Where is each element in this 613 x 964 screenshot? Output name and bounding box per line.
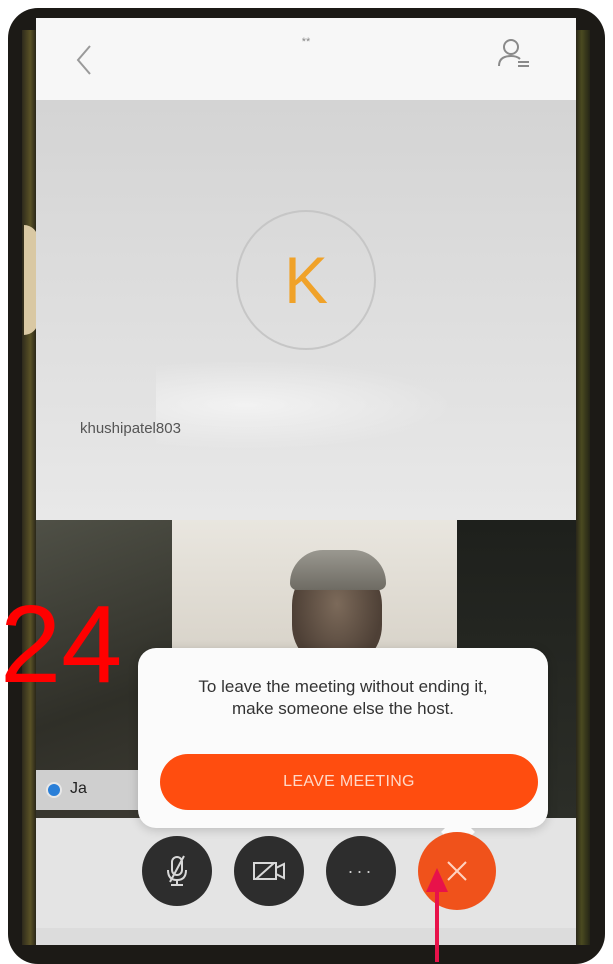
video-toggle-button[interactable] xyxy=(234,836,304,906)
popover-message-line2: make someone else the host. xyxy=(231,699,455,718)
more-icon: ··· xyxy=(347,860,375,881)
back-icon[interactable] xyxy=(72,42,96,78)
mute-button[interactable] xyxy=(142,836,212,906)
phone-edge-right xyxy=(576,30,590,945)
participant-name: khushipatel803 xyxy=(80,420,181,437)
popover-message: To leave the meeting without ending it, … xyxy=(158,676,528,720)
annotation-number: 24 xyxy=(0,583,123,706)
control-bar xyxy=(36,818,576,945)
leave-meeting-button[interactable]: LEAVE MEETING xyxy=(160,754,538,810)
meeting-screen: ** K khushipatel803 Ja To leave the meet… xyxy=(36,18,576,945)
participants-icon[interactable] xyxy=(496,36,532,72)
more-options-button[interactable]: ··· xyxy=(326,836,396,906)
leave-meeting-popover: To leave the meeting without ending it, … xyxy=(138,648,548,849)
avatar: K xyxy=(236,210,376,350)
popover-message-line1: To leave the meeting without ending it, xyxy=(198,677,488,696)
phone-edge-left xyxy=(22,30,36,945)
status-icon xyxy=(46,782,62,798)
participant-video-hair xyxy=(290,550,386,590)
active-speaker-view: K khushipatel803 xyxy=(36,100,576,520)
system-nav-bar xyxy=(36,928,576,945)
screen-glare xyxy=(156,360,456,450)
top-bar: ** xyxy=(36,18,576,100)
video-name-label: Ja xyxy=(70,780,87,797)
video-off-icon xyxy=(253,862,285,880)
avatar-initial: K xyxy=(283,243,329,317)
arrow-annotation xyxy=(426,868,448,962)
mic-off-icon xyxy=(167,855,187,886)
meeting-title: ** xyxy=(301,36,311,48)
